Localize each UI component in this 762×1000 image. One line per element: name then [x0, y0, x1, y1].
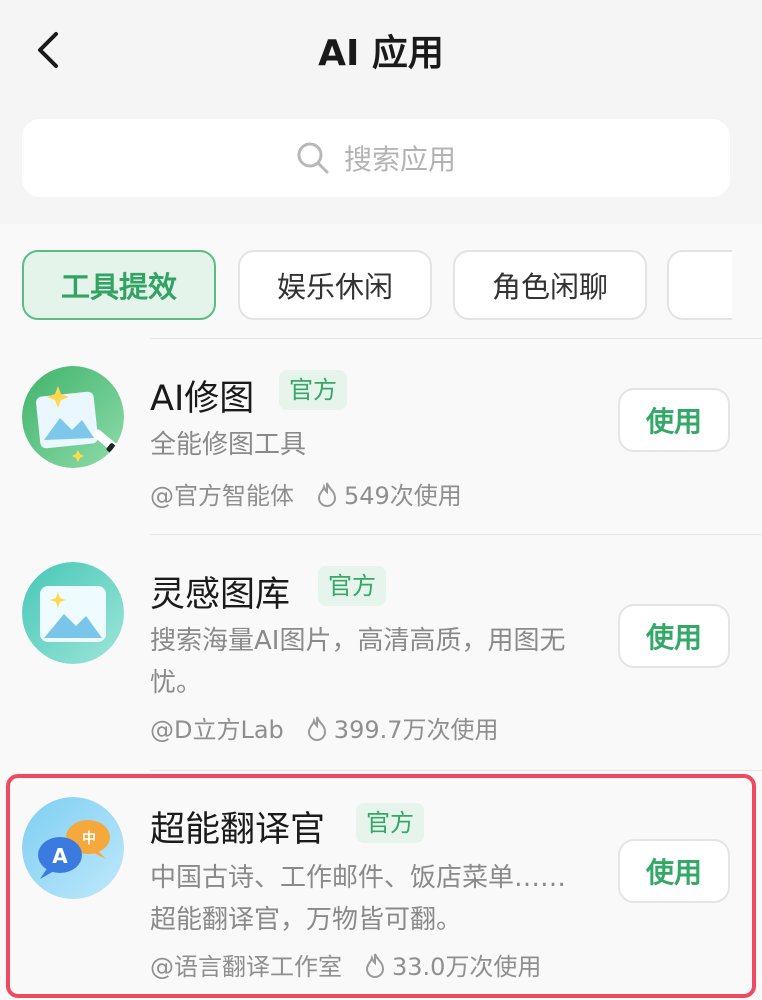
official-badge: 官方	[279, 370, 347, 410]
app-name: 灵感图库	[150, 575, 291, 615]
app-meta: @D立方Lab 399.7万次使用	[150, 710, 499, 745]
app-usage-count: 33.0万次使用	[392, 953, 542, 981]
use-button[interactable]: 使用	[618, 604, 730, 668]
divider	[150, 338, 762, 339]
super-translator-app-icon: A 中	[22, 797, 124, 899]
app-description: 搜索海量AI图片，高清高质，用图无忧。	[150, 626, 566, 698]
translate-bubbles-icon: A 中	[22, 797, 124, 899]
svg-text:A: A	[52, 844, 68, 868]
app-author: @官方智能体	[150, 482, 294, 510]
svg-text:中: 中	[82, 830, 96, 847]
tab-roleplay-chat[interactable]: 角色闲聊	[453, 250, 647, 320]
search-input[interactable]: 搜索应用	[344, 138, 456, 178]
app-description: 全能修图工具	[150, 430, 307, 460]
divider	[150, 534, 762, 535]
app-usage-count: 399.7万次使用	[333, 716, 499, 744]
category-tabs: 工具提效 娱乐休闲 角色闲聊 亲	[0, 250, 732, 324]
app-description: 中国古诗、工作邮件、饭店菜单……超能翻译官，万物皆可翻。	[150, 863, 567, 935]
fire-icon	[364, 952, 386, 978]
search-icon	[297, 142, 329, 174]
ai-retouch-app-icon	[22, 366, 124, 468]
page-title: AI 应用	[318, 33, 444, 74]
search-bar[interactable]: 搜索应用	[22, 119, 730, 197]
app-author: @语言翻译工作室	[150, 953, 342, 981]
photo-retouch-icon	[22, 366, 124, 468]
app-usage-count: 549次使用	[344, 482, 462, 510]
app-meta: @官方智能体 549次使用	[150, 476, 462, 511]
tab-family[interactable]: 亲	[667, 250, 732, 320]
official-badge: 官方	[356, 803, 424, 843]
use-button[interactable]: 使用	[618, 388, 730, 452]
app-name: 超能翻译官	[150, 810, 326, 850]
tab-tools[interactable]: 工具提效	[22, 250, 216, 320]
app-list-area: 工具提效 娱乐休闲 角色闲聊 亲 AI修图 官方 全能修图工具 @官方智能体	[0, 224, 762, 1000]
image-gallery-icon	[22, 562, 124, 664]
header-bar: AI 应用	[0, 0, 762, 100]
use-button[interactable]: 使用	[618, 839, 730, 903]
divider	[150, 770, 762, 771]
tab-entertainment[interactable]: 娱乐休闲	[238, 250, 432, 320]
fire-icon	[316, 481, 338, 507]
app-meta: @语言翻译工作室 33.0万次使用	[150, 947, 541, 982]
official-badge: 官方	[318, 566, 386, 606]
fire-icon	[306, 715, 328, 741]
app-name: AI修图	[150, 379, 255, 419]
inspiration-gallery-app-icon	[22, 562, 124, 664]
app-author: @D立方Lab	[150, 716, 284, 744]
